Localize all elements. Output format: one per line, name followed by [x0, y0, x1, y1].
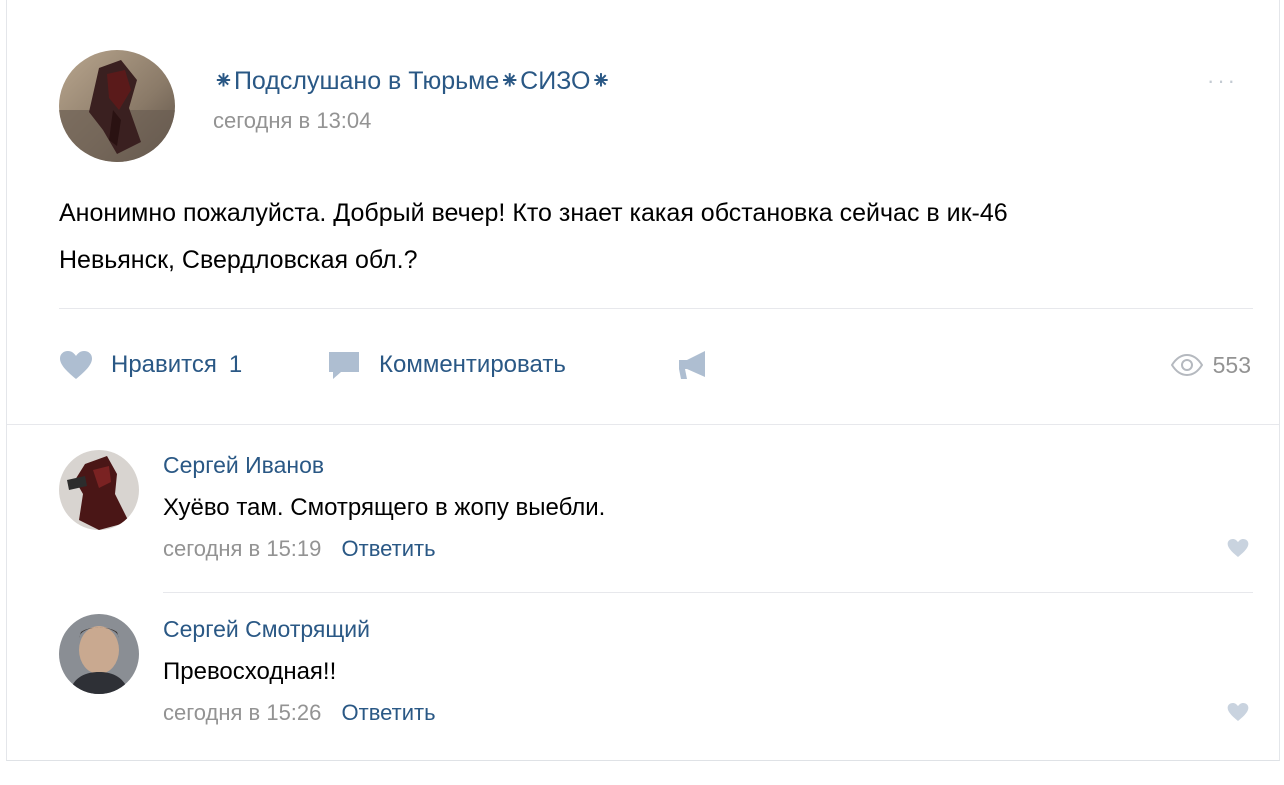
- comment-author-link[interactable]: Сергей Иванов: [163, 452, 324, 479]
- comment-like-button[interactable]: [1227, 538, 1249, 563]
- avatar[interactable]: [59, 614, 139, 694]
- divider: [163, 592, 1253, 593]
- post-actions-bar: Нравится 1 Комментировать 553: [59, 345, 1259, 385]
- reply-button[interactable]: Ответить: [342, 536, 436, 561]
- post-timestamp[interactable]: сегодня в 13:04: [213, 108, 371, 134]
- avatar[interactable]: [59, 450, 139, 530]
- views-count: 553: [1212, 351, 1251, 378]
- comment-meta: сегодня в 15:26 Ответить: [163, 700, 436, 726]
- post-text-line: Анонимно пожалуйста. Добрый вечер! Кто з…: [59, 199, 1008, 227]
- like-button[interactable]: Нравится 1: [59, 345, 242, 385]
- divider: [7, 424, 1279, 425]
- comment-like-button[interactable]: [1227, 702, 1249, 727]
- wall-post-card: ⁕Подслушано в Тюрьме⁕СИЗО⁕ сегодня в 13:…: [6, 0, 1280, 761]
- divider: [59, 308, 1253, 309]
- comment-timestamp[interactable]: сегодня в 15:19: [163, 536, 321, 561]
- views-counter: 553: [1170, 345, 1251, 385]
- comment-icon: [329, 352, 359, 379]
- heart-icon: [60, 351, 92, 379]
- like-label: Нравится: [111, 351, 217, 378]
- comment-item: Сергей Иванов Хуёво там. Смотрящего в жо…: [59, 450, 1259, 570]
- post-text-line: Невьянск, Свердловская обл.?: [59, 246, 418, 274]
- comment-meta: сегодня в 15:19 Ответить: [163, 536, 436, 562]
- post-text: Анонимно пожалуйста. Добрый вечер! Кто з…: [59, 190, 1259, 284]
- eye-icon: [1170, 354, 1203, 376]
- community-avatar[interactable]: [59, 50, 175, 162]
- comment-button[interactable]: Комментировать: [327, 345, 566, 385]
- share-button[interactable]: [675, 345, 727, 385]
- comment-author-link[interactable]: Сергей Смотрящий: [163, 616, 370, 643]
- comment-item: Сергей Смотрящий Превосходная!! сегодня …: [59, 614, 1259, 734]
- heart-icon: [1227, 538, 1249, 558]
- comment-text: Превосходная!!: [163, 658, 337, 685]
- reply-button[interactable]: Ответить: [342, 700, 436, 725]
- comment-text: Хуёво там. Смотрящего в жопу выебли.: [163, 494, 606, 521]
- heart-icon: [1227, 702, 1249, 722]
- community-name-link[interactable]: ⁕Подслушано в Тюрьме⁕СИЗО⁕: [213, 66, 611, 96]
- comment-timestamp[interactable]: сегодня в 15:26: [163, 700, 321, 725]
- megaphone-icon: [679, 351, 705, 379]
- comment-label: Комментировать: [379, 351, 566, 378]
- ellipsis-icon[interactable]: ···: [1207, 68, 1238, 94]
- like-count: 1: [228, 351, 243, 378]
